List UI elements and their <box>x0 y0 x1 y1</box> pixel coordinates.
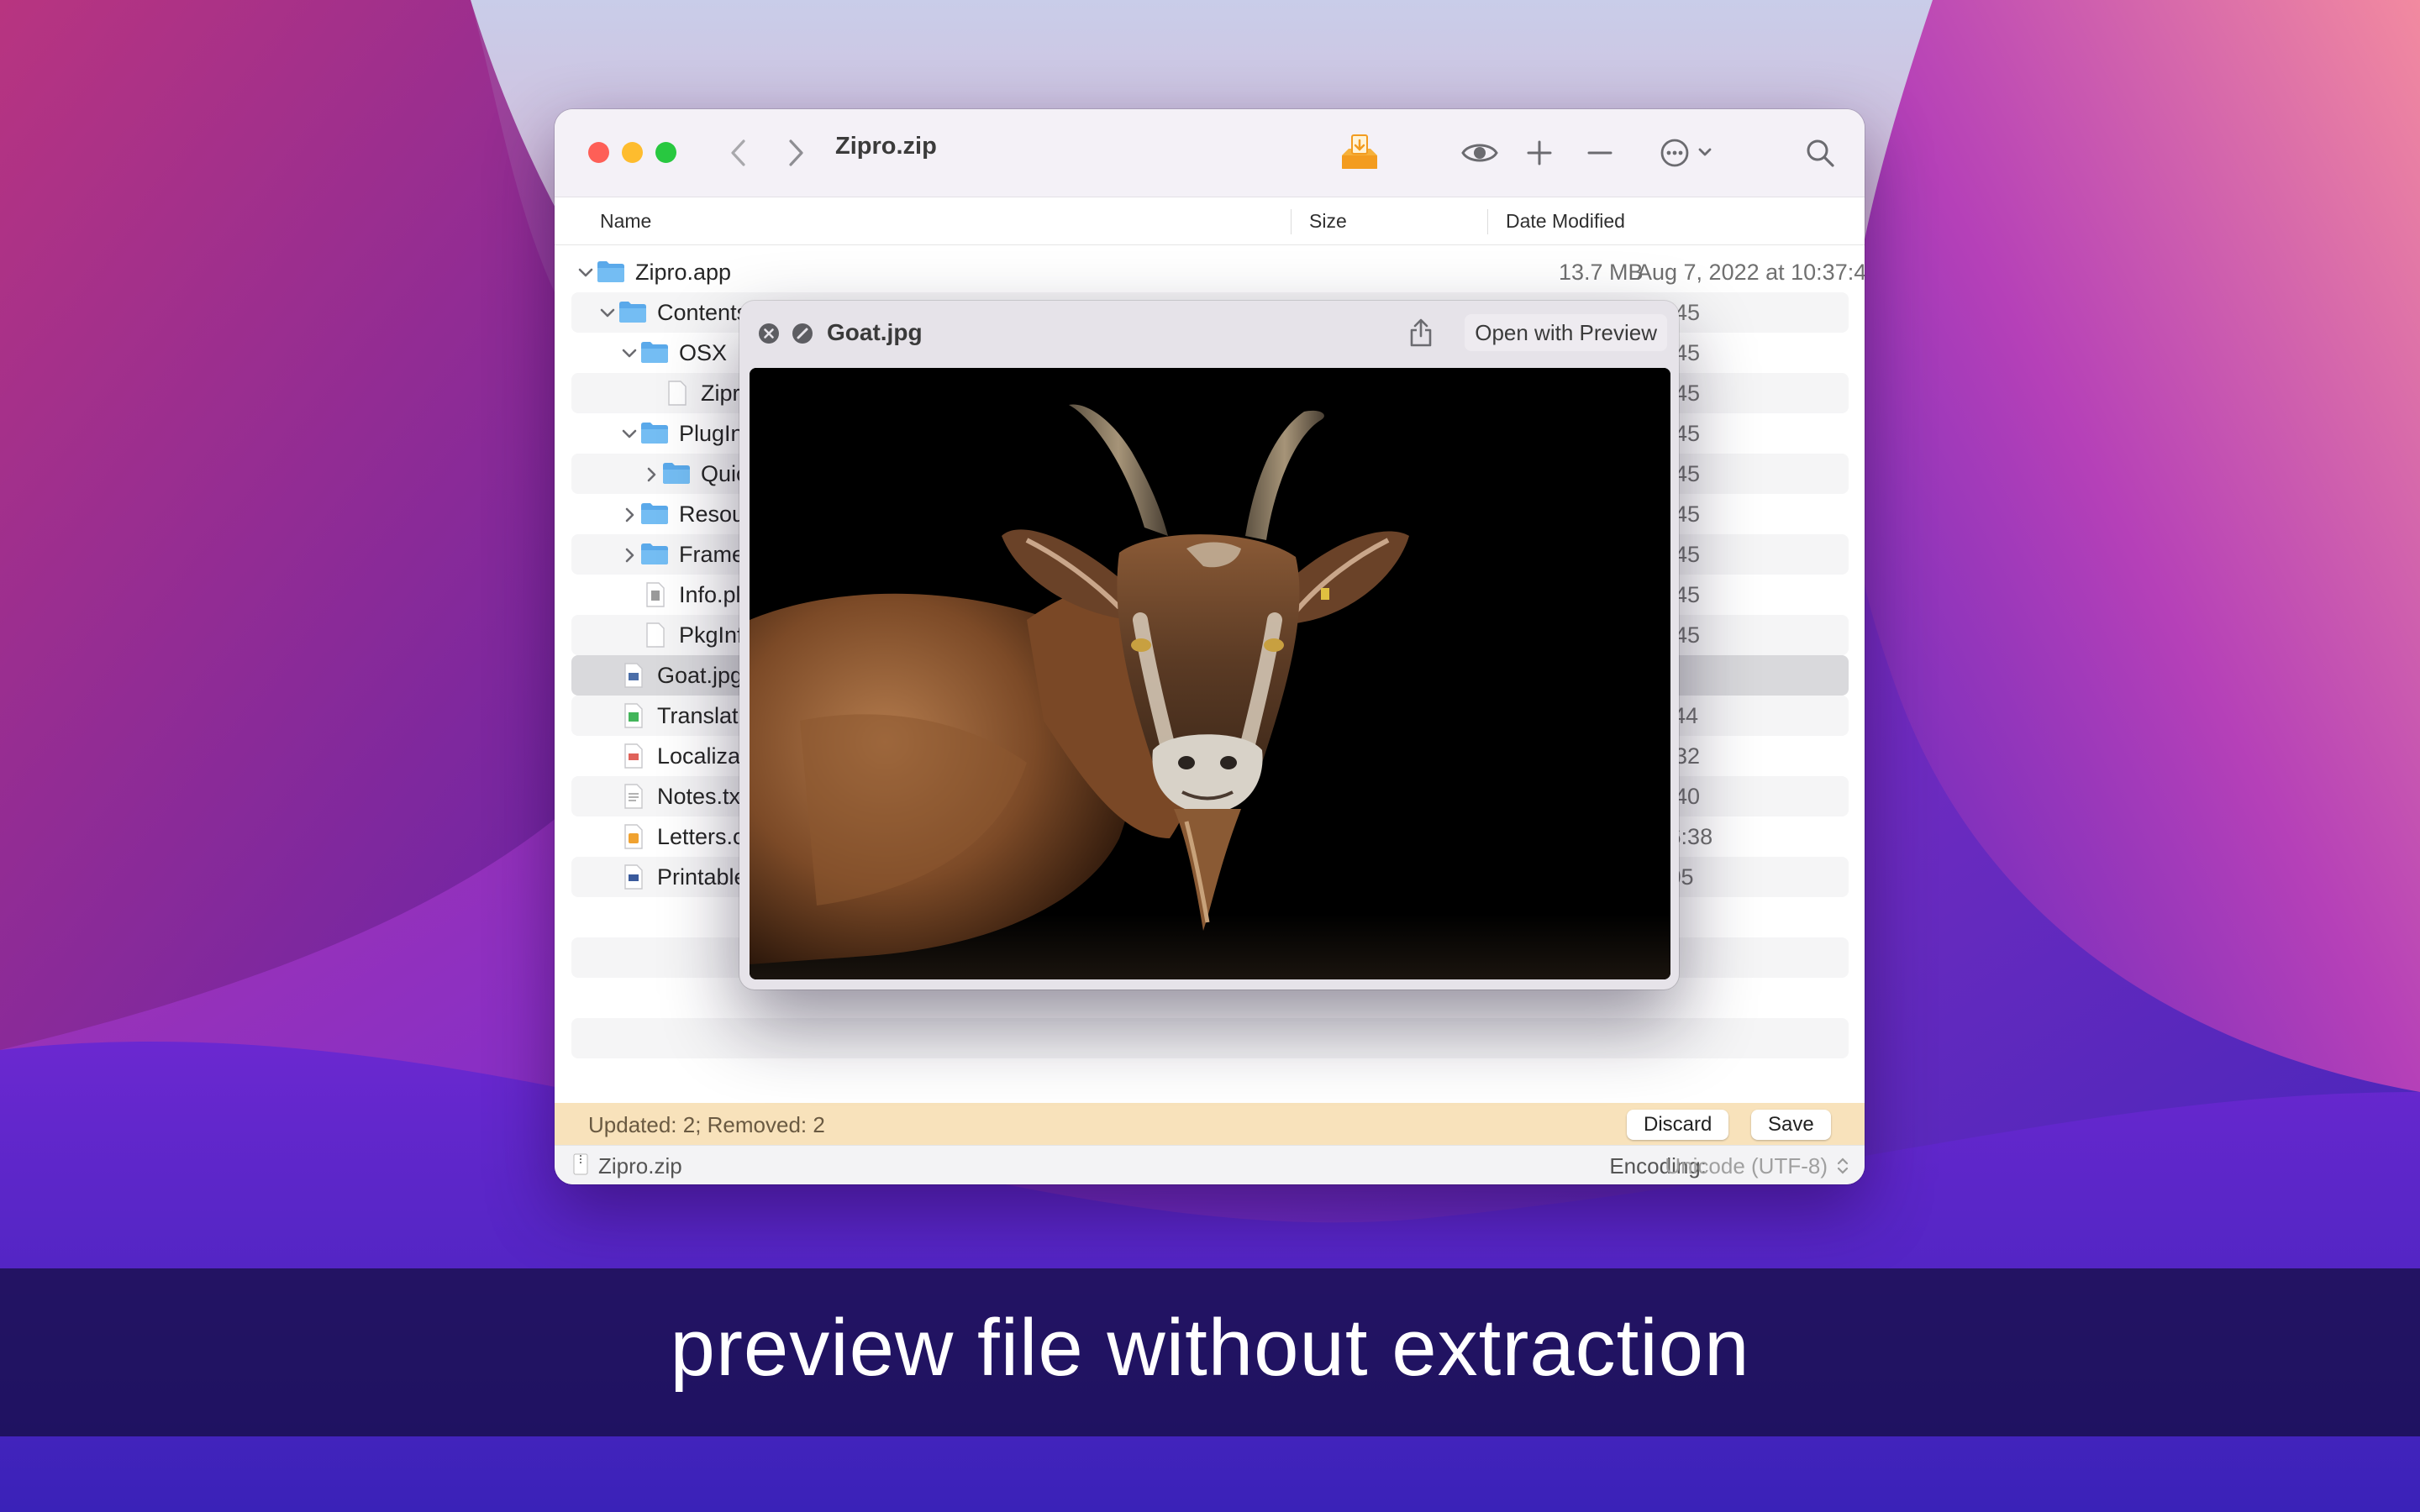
chevron-right-icon[interactable] <box>620 504 639 522</box>
column-divider[interactable] <box>1291 209 1292 234</box>
folder-icon <box>640 542 669 571</box>
chevron-right-icon[interactable] <box>642 464 660 482</box>
pages-icon <box>623 824 644 855</box>
plist-icon <box>645 582 666 613</box>
file-name: OSX <box>679 340 728 365</box>
close-window-button[interactable] <box>588 142 609 163</box>
column-header-row: Name Size Date Modified <box>555 197 1865 245</box>
quicklook-titlebar: Goat.jpg Open with Preview <box>739 301 1679 366</box>
file-name: Zipr <box>701 381 740 406</box>
column-name[interactable]: Name <box>600 210 651 233</box>
file-name: Goat.jpg <box>657 663 744 688</box>
extract-archive-icon[interactable] <box>1334 128 1385 178</box>
caption-band: preview file without extraction <box>0 1268 2420 1436</box>
file-size: 13.7 MB <box>1559 260 1644 285</box>
save-button[interactable]: Save <box>1751 1110 1831 1140</box>
doc-icon <box>623 864 644 895</box>
modification-summary: Updated: 2; Removed: 2 <box>588 1112 825 1137</box>
share-icon[interactable] <box>1408 318 1434 352</box>
file-name: Translati <box>657 703 744 728</box>
pdf-icon <box>623 743 644 774</box>
zip-file-icon <box>573 1153 588 1179</box>
plus-add-icon[interactable] <box>1523 128 1556 178</box>
chevron-down-icon[interactable] <box>598 302 617 321</box>
file-name: Contents <box>657 300 749 325</box>
file-name: Zipro.app <box>635 260 732 285</box>
text-icon <box>623 784 644 815</box>
discard-button[interactable]: Discard <box>1627 1110 1729 1140</box>
column-size[interactable]: Size <box>1309 210 1347 233</box>
empty-row <box>571 1058 1849 1099</box>
chevron-down-icon[interactable] <box>620 343 639 361</box>
minimize-window-button[interactable] <box>622 142 643 163</box>
open-with-preview-button[interactable]: Open with Preview <box>1465 314 1667 351</box>
eye-preview-icon[interactable] <box>1459 128 1501 178</box>
search-icon[interactable] <box>1802 128 1839 178</box>
status-bar: Zipro.zip Encoding: Unicode (UTF-8) <box>555 1145 1865 1184</box>
chevron-right-icon[interactable] <box>620 544 639 563</box>
file-row[interactable]: Zipro.app 13.7 MB Aug 7, 2022 at 10:37:45 <box>571 252 1865 292</box>
goat-photo-preview <box>750 368 1670 979</box>
goat-image <box>750 368 1670 979</box>
file-date-modified: Aug 7, 2022 at 10:37:45 <box>1637 260 1865 285</box>
column-date-modified[interactable]: Date Modified <box>1506 210 1625 233</box>
file-name: Frame <box>679 542 745 567</box>
file-name: Notes.tx <box>657 784 741 809</box>
file-name: Resou <box>679 501 745 527</box>
image-icon <box>623 663 644 694</box>
encoding-select[interactable]: Unicode (UTF-8) <box>1665 1153 1828 1179</box>
markup-circle-icon[interactable] <box>792 323 813 349</box>
file-name: Localiza <box>657 743 741 769</box>
folder-icon <box>640 340 669 370</box>
close-circle-icon[interactable] <box>758 323 780 349</box>
file-name: Printable <box>657 864 747 890</box>
quicklook-title: Goat.jpg <box>827 319 923 345</box>
modification-bar: Updated: 2; Removed: 2 Discard Save <box>555 1103 1865 1145</box>
minus-remove-icon[interactable] <box>1583 128 1617 178</box>
empty-row <box>571 1018 1849 1058</box>
folder-icon <box>597 260 625 289</box>
file-name: PlugIn <box>679 421 744 446</box>
folder-icon <box>662 461 691 491</box>
back-arrow-icon[interactable] <box>719 128 756 178</box>
file-name: Letters.c <box>657 824 744 849</box>
more-ellipsis-icon[interactable] <box>1657 128 1724 178</box>
column-divider[interactable] <box>1487 209 1488 234</box>
file-name: PkgInf <box>679 622 744 648</box>
folder-icon <box>618 300 647 329</box>
folder-icon <box>640 501 669 531</box>
file-icon <box>667 381 687 412</box>
quicklook-panel: Goat.jpg Open with Preview <box>739 301 1679 990</box>
file-icon <box>645 622 666 654</box>
status-file-name: Zipro.zip <box>598 1153 682 1179</box>
sheet-icon <box>623 703 644 734</box>
chevron-down-icon[interactable] <box>620 423 639 442</box>
window-title: Zipro.zip <box>835 133 937 160</box>
chevron-updown-icon[interactable] <box>1836 1156 1849 1180</box>
file-name: Info.pl <box>679 582 741 607</box>
chevron-down-icon[interactable] <box>576 262 595 281</box>
marketing-caption: preview file without extraction <box>670 1303 1750 1393</box>
zoom-window-button[interactable] <box>655 142 676 163</box>
window-toolbar: Zipro.zip <box>555 109 1865 197</box>
forward-arrow-icon[interactable] <box>778 128 815 178</box>
folder-icon <box>640 421 669 450</box>
